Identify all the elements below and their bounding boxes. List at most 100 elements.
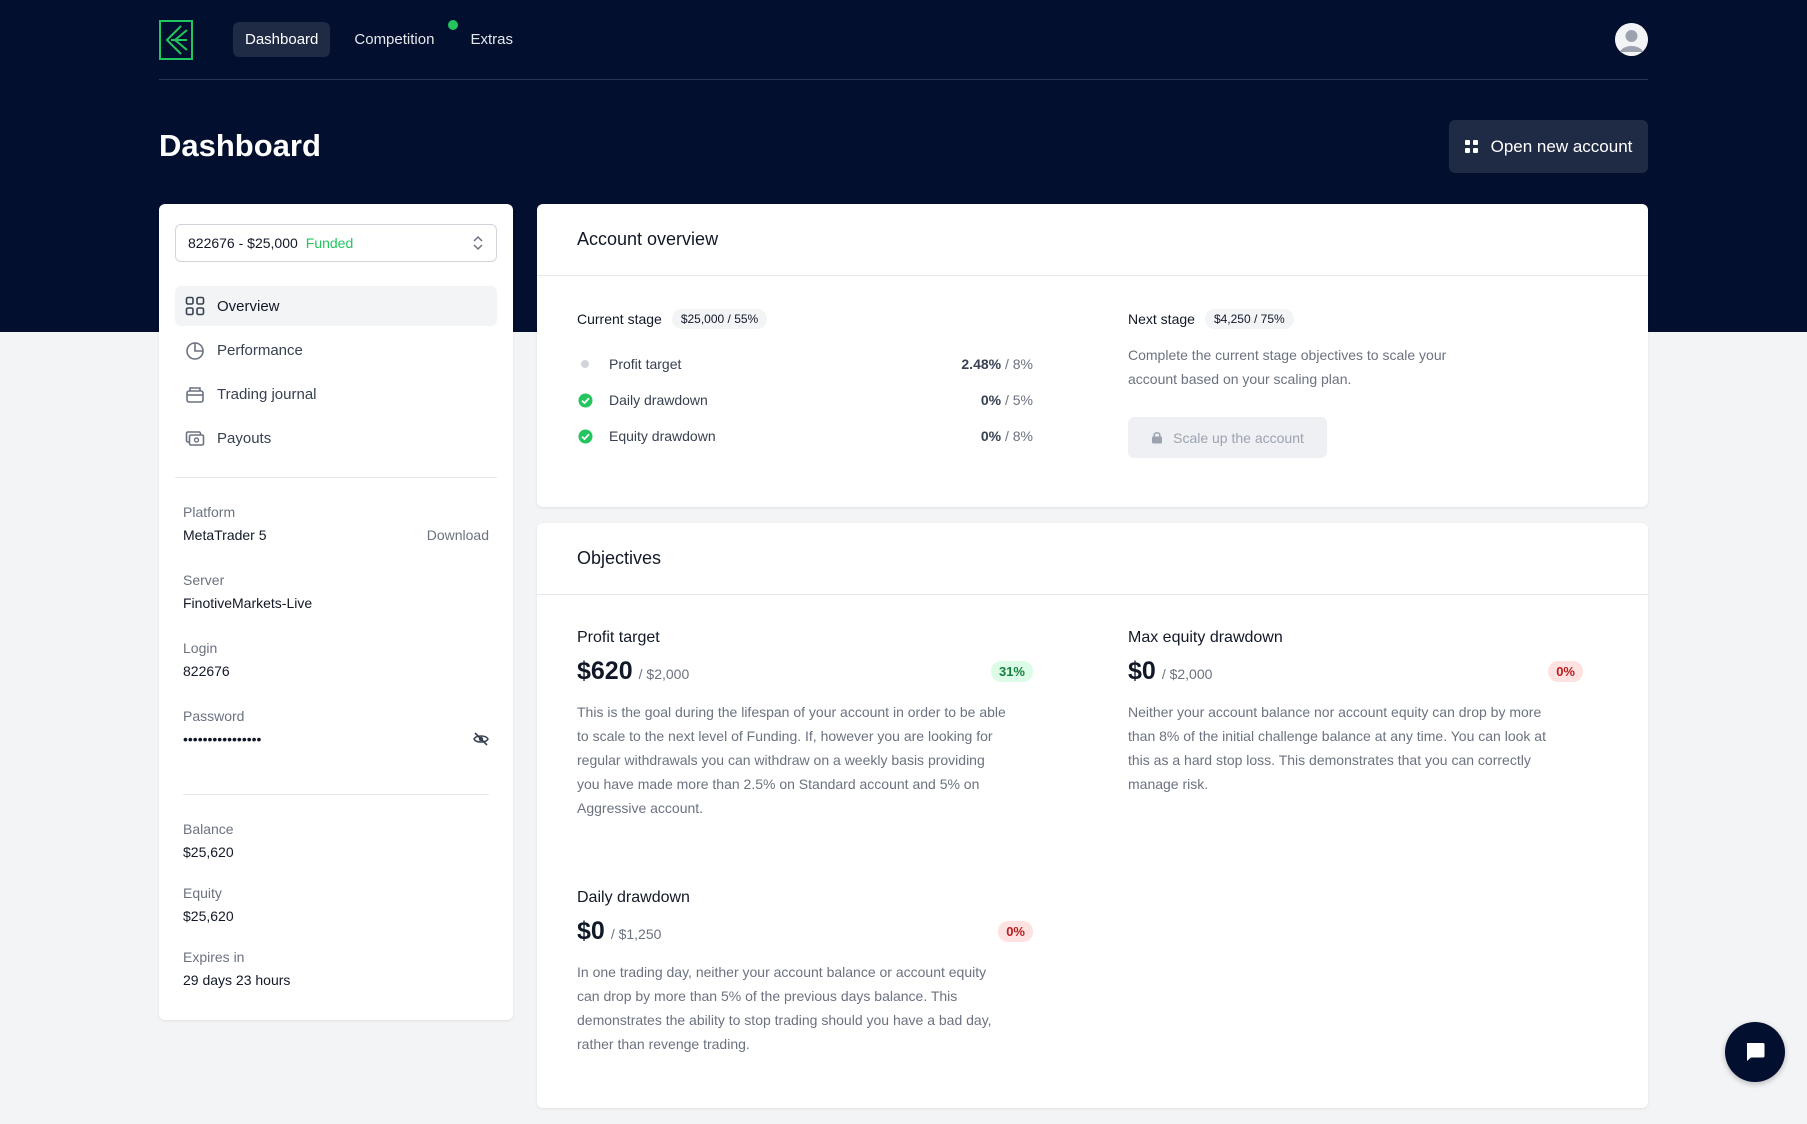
scale-up-label: Scale up the account [1173,429,1304,446]
objective-description: This is the goal during the lifespan of … [577,704,1006,816]
open-new-account-label: Open new account [1490,136,1633,156]
objective-limit: / 8% [1001,356,1033,372]
account-status: Funded [305,235,354,251]
platform-label: Platform [183,504,236,520]
divider [183,794,489,795]
objective-limit: / 5% [1001,392,1033,408]
check-circle-icon [577,393,593,408]
cash-icon [185,431,205,446]
server-field: Server FinotiveMarkets-Live [183,572,489,611]
grid-icon [185,296,205,316]
objective-max-equity-drawdown: Max equity drawdown $0 / $2,000 0% Neith… [1128,629,1583,796]
balance-field: Balance $25,620 [183,821,489,860]
next-stage-description: Complete the current stage objectives to… [1128,347,1447,387]
objective-of: / $2,000 [638,666,690,682]
password-label: Password [183,708,245,724]
sidebar-item-performance[interactable]: Performance [175,330,497,370]
platform-value: MetaTrader 5 [183,527,267,543]
objective-amount: $0 [1128,657,1156,685]
sidebar-item-overview[interactable]: Overview [175,286,497,326]
avatar[interactable] [1615,23,1648,56]
journal-icon [186,387,204,403]
next-stage: Next stage $4,250 / 75% [1128,309,1294,329]
top-navigation: Dashboard Competition Extras [159,0,1648,80]
objective-of: / $1,250 [610,926,662,942]
pie-chart-icon [186,342,204,360]
account-overview-title: Account overview [537,204,1648,276]
balance-value: $25,620 [183,844,234,860]
objectives-title: Objectives [537,523,1648,595]
stage-objective-profit: Profit target 2.48% / 8% [577,354,1033,374]
balance-label: Balance [183,821,234,837]
sidebar-item-label: Performance [217,341,303,359]
login-label: Login [183,640,218,656]
objective-label: Equity drawdown [609,428,716,444]
nav-competition[interactable]: Competition [342,18,461,57]
user-icon [1615,23,1648,56]
objective-name: Daily drawdown [577,889,690,906]
nav-dashboard[interactable]: Dashboard [233,22,331,57]
current-stage: Current stage $25,000 / 55% [577,309,768,329]
objective-description: Neither your account balance nor account… [1128,704,1546,792]
objective-value: 0% [980,428,1002,444]
account-overview-card: Account overview Current stage $25,000 /… [537,204,1648,507]
platform-field: Platform MetaTrader 5 Download [183,504,489,543]
grid-plus-icon [1464,139,1478,153]
equity-field: Equity $25,620 [183,885,489,924]
objective-name: Max equity drawdown [1128,629,1283,646]
pending-dot-icon [577,359,593,369]
objectives-card: Objectives Profit target $620 / $2,000 3… [537,523,1648,1108]
equity-value: $25,620 [183,908,234,924]
expires-label: Expires in [183,949,245,965]
objective-daily-drawdown: Daily drawdown $0 / $1,250 0% In one tra… [577,889,1033,1056]
objective-profit-target: Profit target $620 / $2,000 31% This is … [577,629,1033,820]
expires-field: Expires in 29 days 23 hours [183,949,489,988]
scale-up-button[interactable]: Scale up the account [1128,417,1327,458]
logo-icon[interactable] [159,19,193,60]
expires-value: 29 days 23 hours [183,972,291,988]
objective-name: Profit target [577,629,660,646]
status-badge: 0% [1548,661,1583,682]
current-stage-pill: $25,000 / 55% [671,309,768,329]
server-value: FinotiveMarkets-Live [183,595,313,611]
sidebar-item-trading-journal[interactable]: Trading journal [175,374,497,414]
login-value: 822676 [183,663,230,679]
next-stage-pill: $4,250 / 75% [1204,309,1294,329]
objective-description: In one trading day, neither your account… [577,964,992,1052]
nav-extras[interactable]: Extras [458,22,525,57]
objective-amount: $620 [577,657,633,685]
stage-objective-daily: Daily drawdown 0% / 5% [577,390,1033,410]
page-title: Dashboard [159,128,321,163]
objective-label: Daily drawdown [609,392,708,408]
account-sidebar: 822676 - $25,000 Funded Overview Perform… [159,204,513,1020]
check-circle-icon [577,429,593,444]
sidebar-menu: Overview Performance Trading journal Pay… [175,286,497,462]
nav-competition-label: Competition [354,31,435,48]
status-badge: 31% [990,661,1033,682]
server-label: Server [183,572,225,588]
status-badge: 0% [998,921,1033,942]
chat-button[interactable] [1725,1022,1785,1082]
account-select-value: 822676 - $25,000 [188,235,298,251]
download-link[interactable]: Download [427,527,489,543]
chat-icon [1747,1043,1765,1061]
current-stage-label: Current stage [577,311,662,327]
objective-amount: $0 [577,917,605,945]
objective-label: Profit target [609,356,682,372]
objective-value: 2.48% [961,356,1002,372]
password-value: •••••••••••••••• [183,731,262,747]
next-stage-label: Next stage [1128,311,1195,327]
login-field: Login 822676 [183,640,489,679]
sidebar-item-payouts[interactable]: Payouts [175,418,497,458]
sidebar-item-label: Overview [217,297,280,315]
open-new-account-button[interactable]: Open new account [1449,120,1648,173]
equity-label: Equity [183,885,222,901]
password-field: Password •••••••••••••••• [183,708,489,747]
sidebar-item-label: Trading journal [217,385,317,403]
eye-off-icon[interactable] [473,731,489,747]
chevron-updown-icon [473,235,483,251]
lock-icon [1152,432,1163,444]
account-select[interactable]: 822676 - $25,000 Funded [175,224,497,262]
objective-value: 0% [980,392,1002,408]
objective-of: / $2,000 [1161,666,1213,682]
